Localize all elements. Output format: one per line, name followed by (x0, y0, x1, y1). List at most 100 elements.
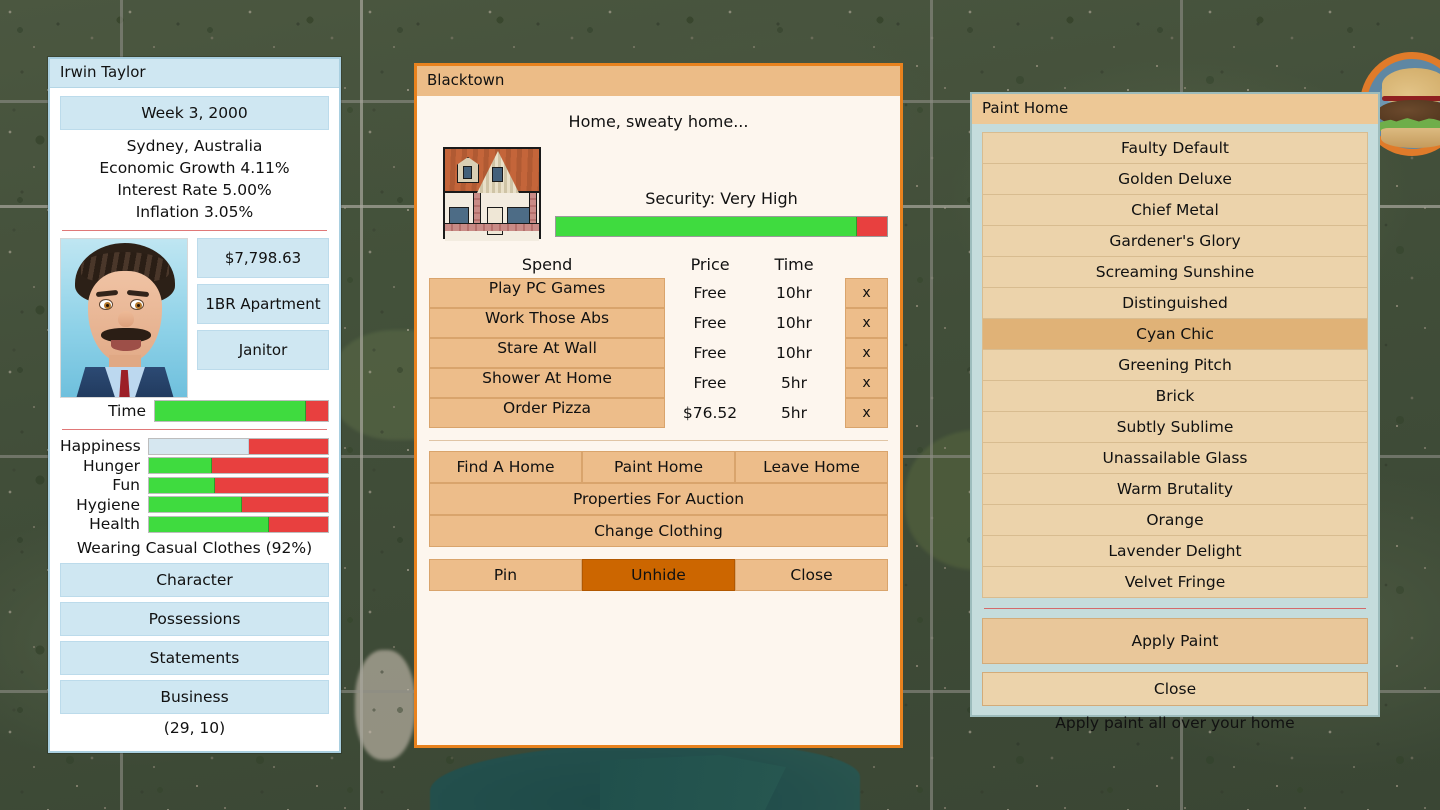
paint-option[interactable]: Golden Deluxe (982, 163, 1368, 194)
change-clothing-button[interactable]: Change Clothing (429, 515, 888, 547)
remove-activity-button[interactable]: x (845, 278, 888, 308)
paint-option[interactable]: Warm Brutality (982, 473, 1368, 504)
table-row: Shower At Home Free 5hr x (429, 368, 888, 398)
activity-button[interactable]: Shower At Home (429, 368, 665, 398)
paint-option[interactable]: Distinguished (982, 287, 1368, 318)
bun-bottom-shape (1381, 128, 1440, 148)
activity-button[interactable]: Work Those Abs (429, 308, 665, 338)
paint-option[interactable]: Gardener's Glory (982, 225, 1368, 256)
stat-fill (149, 478, 215, 493)
avatar[interactable] (60, 238, 188, 398)
divider (62, 429, 327, 430)
eye-shape (130, 299, 144, 310)
security-label: Security: Very High (555, 189, 888, 208)
remove-activity-button[interactable]: x (845, 308, 888, 338)
eye-shape (99, 299, 113, 310)
mouth-shape (111, 340, 141, 351)
unhide-button[interactable]: Unhide (582, 559, 735, 591)
paint-option[interactable]: Greening Pitch (982, 349, 1368, 380)
character-window-title: Irwin Taylor (50, 59, 339, 88)
paint-home-window: Paint Home Faulty Default Golden Deluxe … (970, 92, 1380, 717)
paint-option[interactable]: Subtly Sublime (982, 411, 1368, 442)
column-header-price: Price (665, 255, 755, 274)
stat-track (148, 457, 329, 474)
paint-option[interactable]: Unassailable Glass (982, 442, 1368, 473)
economic-growth-text: Economic Growth 4.11% (60, 157, 329, 179)
security-bar-track (555, 216, 888, 237)
activity-button[interactable]: Order Pizza (429, 398, 665, 428)
paint-option[interactable]: Lavender Delight (982, 535, 1368, 566)
job-button[interactable]: Janitor (197, 330, 329, 370)
window-controls-row: Pin Unhide Close (429, 559, 888, 591)
table-row: Work Those Abs Free 10hr x (429, 308, 888, 338)
stat-row-health: Health (60, 515, 329, 533)
stat-fill (149, 458, 212, 473)
paint-option[interactable]: Velvet Fringe (982, 566, 1368, 598)
activity-time: 10hr (755, 308, 833, 338)
paint-option-selected[interactable]: Cyan Chic (982, 318, 1368, 349)
column-header-remove (845, 255, 888, 274)
home-window: Blacktown Home, sweaty home... (414, 63, 903, 748)
home-window-title: Blacktown (417, 66, 900, 96)
dormer-window-shape (463, 166, 472, 179)
stat-label: Health (60, 515, 140, 533)
inflation-text: Inflation 3.05% (60, 201, 329, 223)
paint-home-button[interactable]: Paint Home (582, 451, 735, 483)
clothing-status-text: Wearing Casual Clothes (92%) (60, 539, 329, 557)
interest-rate-text: Interest Rate 5.00% (60, 179, 329, 201)
time-bar-track (154, 400, 329, 422)
divider (429, 440, 888, 441)
paint-options-list: Faulty Default Golden Deluxe Chief Metal… (982, 132, 1368, 598)
home-headline: Home, sweaty home... (429, 112, 888, 131)
paint-window-title: Paint Home (972, 94, 1378, 124)
character-window: Irwin Taylor Week 3, 2000 Sydney, Austra… (48, 57, 341, 753)
possessions-button[interactable]: Possessions (60, 602, 329, 636)
paint-option[interactable]: Chief Metal (982, 194, 1368, 225)
stat-fill (149, 439, 249, 454)
close-button[interactable]: Close (735, 559, 888, 591)
stat-label: Happiness (60, 437, 140, 455)
pin-button[interactable]: Pin (429, 559, 582, 591)
properties-for-auction-button[interactable]: Properties For Auction (429, 483, 888, 515)
activity-button[interactable]: Stare At Wall (429, 338, 665, 368)
stat-row-fun: Fun (60, 476, 329, 494)
time-bar-fill (155, 401, 306, 421)
housing-button[interactable]: 1BR Apartment (197, 284, 329, 324)
activity-button[interactable]: Play PC Games (429, 278, 665, 308)
activity-price: $76.52 (665, 398, 755, 428)
remove-activity-button[interactable]: x (845, 368, 888, 398)
stat-label: Hygiene (60, 496, 140, 514)
paint-close-button[interactable]: Close (982, 672, 1368, 706)
stat-track (148, 438, 329, 455)
week-button[interactable]: Week 3, 2000 (60, 96, 329, 130)
stat-row-hygiene: Hygiene (60, 496, 329, 514)
statements-button[interactable]: Statements (60, 641, 329, 675)
stat-track (148, 477, 329, 494)
stat-track (148, 516, 329, 533)
home-actions-row: Find A Home Paint Home Leave Home (429, 451, 888, 483)
character-button[interactable]: Character (60, 563, 329, 597)
paint-option[interactable]: Screaming Sunshine (982, 256, 1368, 287)
table-row: Order Pizza $76.52 5hr x (429, 398, 888, 428)
paint-option[interactable]: Brick (982, 380, 1368, 411)
stat-label: Hunger (60, 457, 140, 475)
remove-activity-button[interactable]: x (845, 398, 888, 428)
apply-paint-button[interactable]: Apply Paint (982, 618, 1368, 664)
leave-home-button[interactable]: Leave Home (735, 451, 888, 483)
time-bar-label: Time (60, 402, 146, 420)
coordinates-text: (29, 10) (60, 719, 329, 737)
remove-activity-button[interactable]: x (845, 338, 888, 368)
table-row: Play PC Games Free 10hr x (429, 278, 888, 308)
paint-option[interactable]: Orange (982, 504, 1368, 535)
map-road (930, 0, 933, 810)
nose-shape (118, 311, 134, 327)
activity-price: Free (665, 308, 755, 338)
security-bar-fill (556, 217, 857, 236)
game-screen: Irwin Taylor Week 3, 2000 Sydney, Austra… (0, 0, 1440, 810)
money-button[interactable]: $7,798.63 (197, 238, 329, 278)
business-button[interactable]: Business (60, 680, 329, 714)
paint-option[interactable]: Faulty Default (982, 132, 1368, 163)
stat-fill (149, 517, 269, 532)
map-road (360, 0, 363, 810)
find-a-home-button[interactable]: Find A Home (429, 451, 582, 483)
